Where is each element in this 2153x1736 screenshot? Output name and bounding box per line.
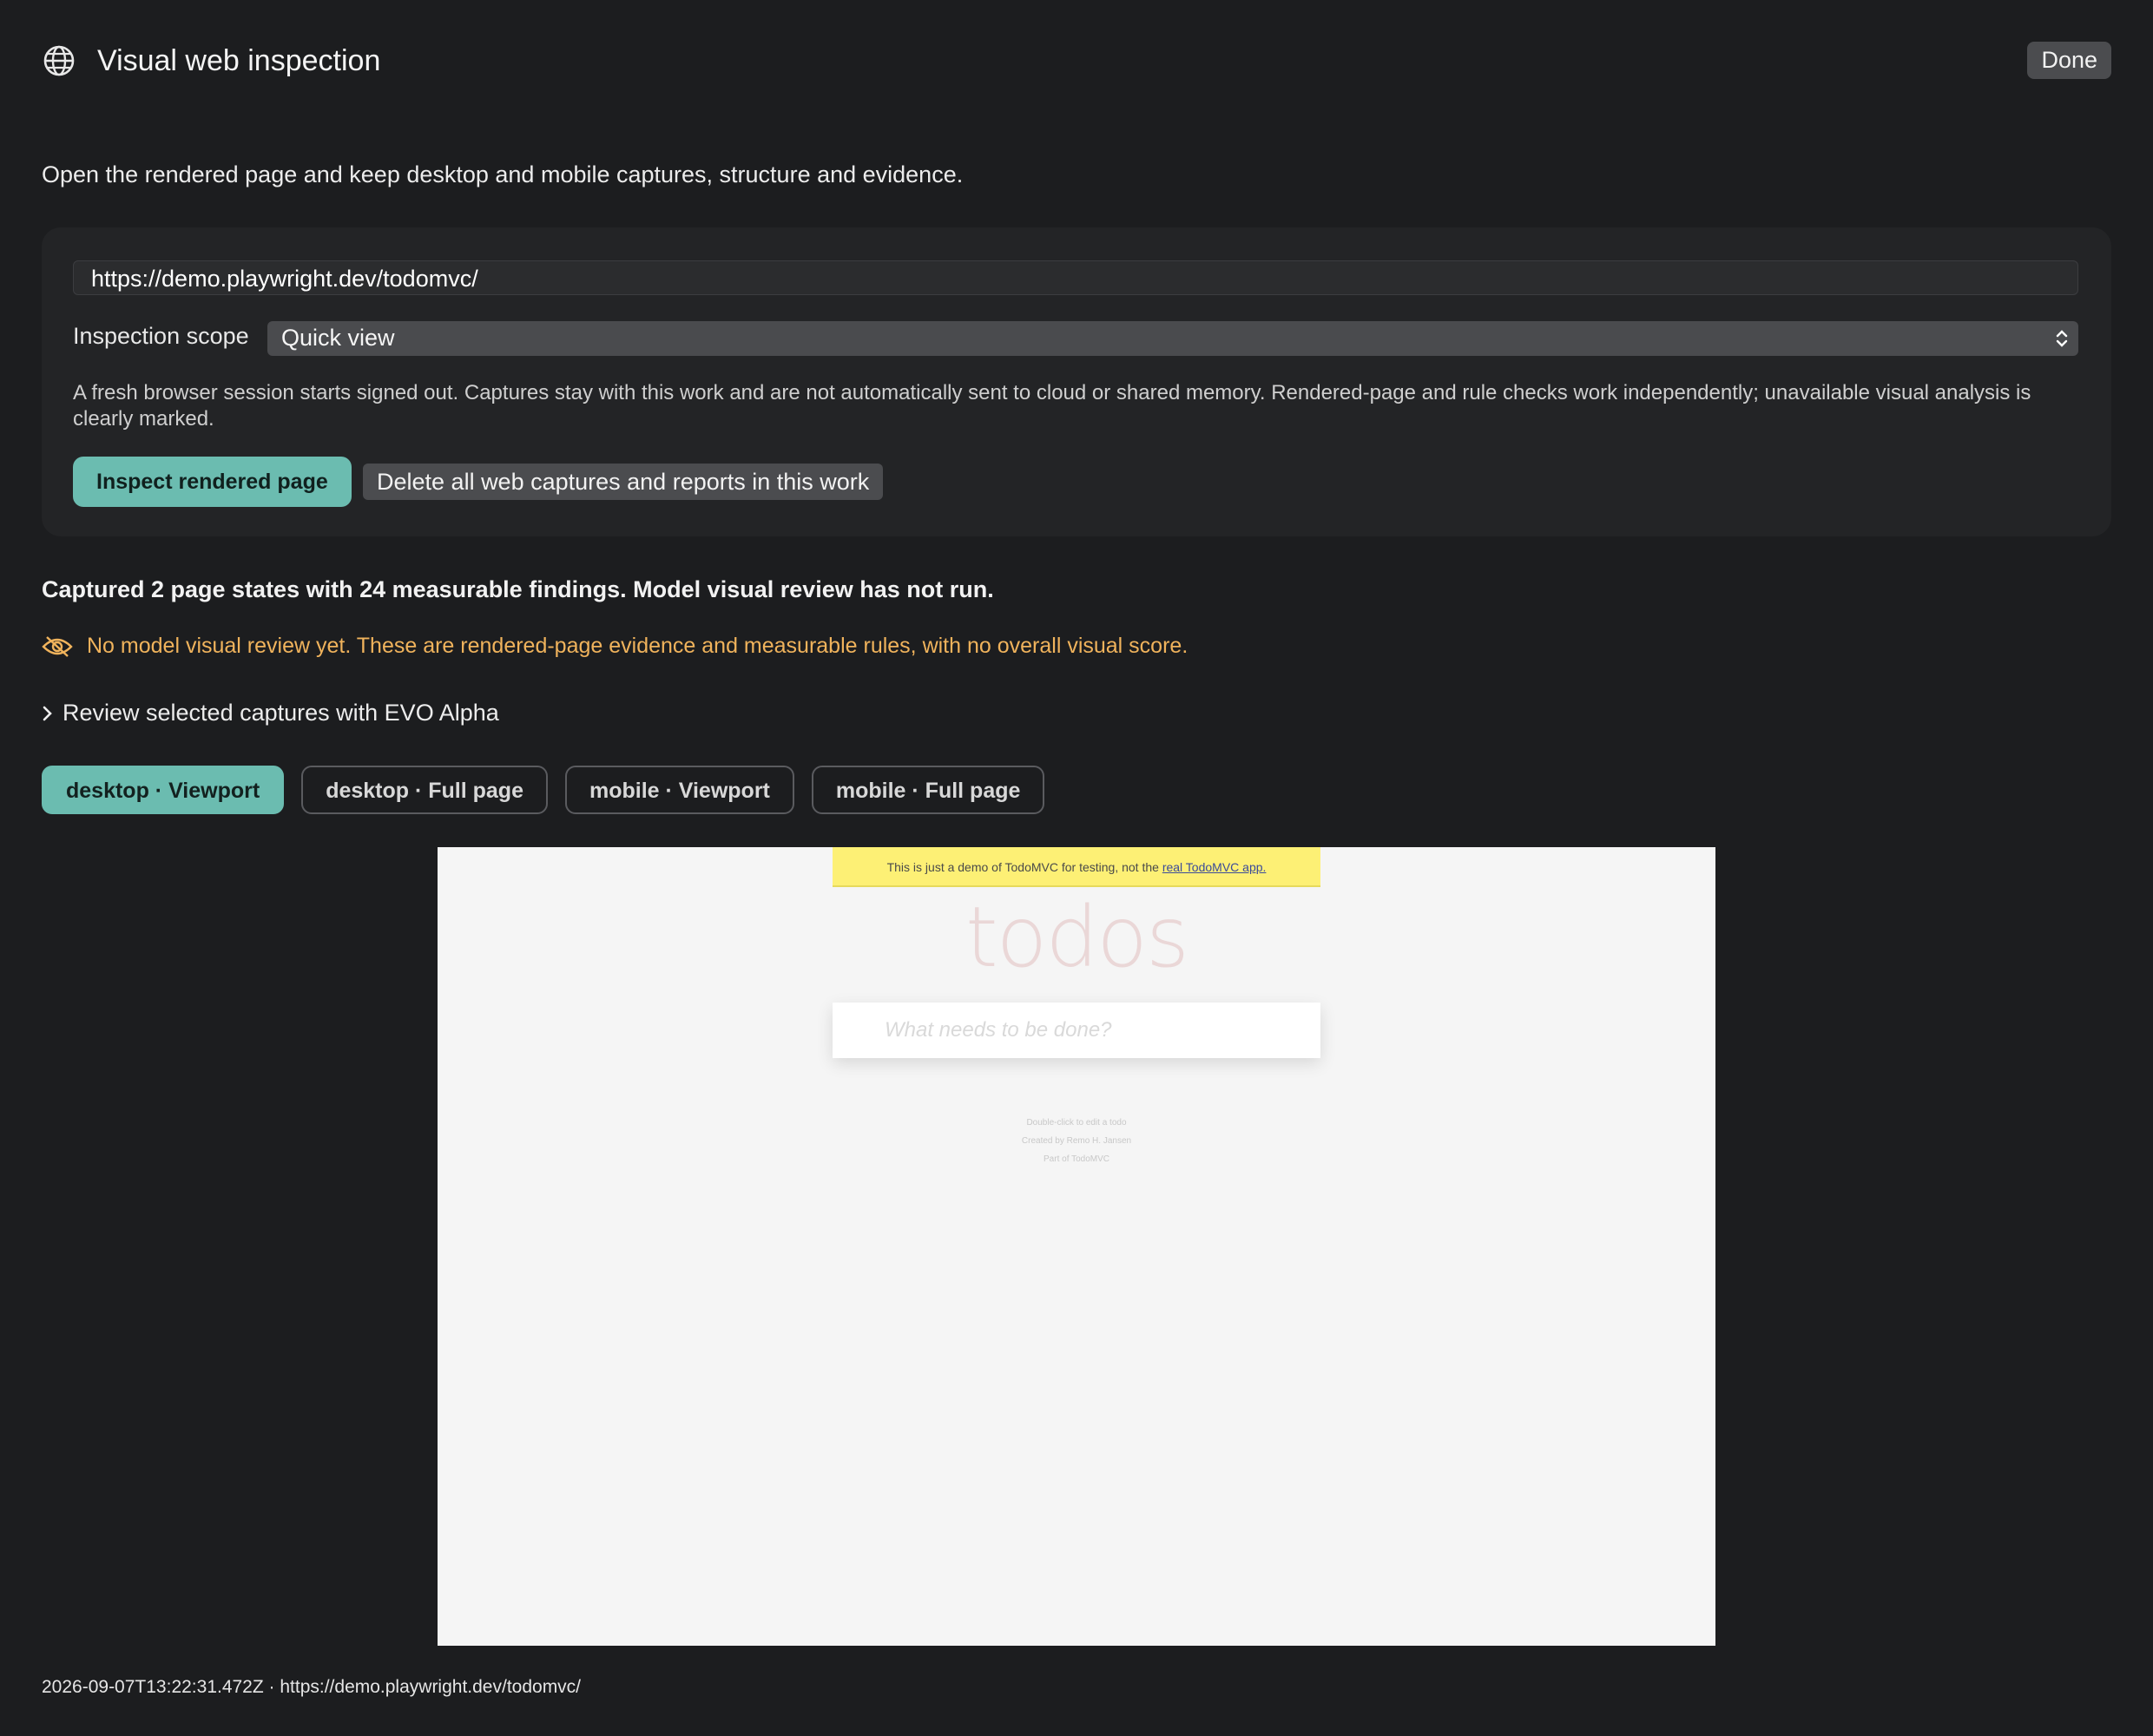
dialog-header: Visual web inspection Done <box>42 38 2111 83</box>
new-todo-input: What needs to be done? <box>833 1003 1320 1058</box>
chevron-right-icon <box>43 706 52 720</box>
intro-text: Open the rendered page and keep desktop … <box>42 161 964 187</box>
capture-tabs: desktop · Viewport desktop · Full page m… <box>42 766 1045 814</box>
page-title: Visual web inspection <box>97 43 381 77</box>
visual-review-warning: No model visual review yet. These are re… <box>42 634 1188 659</box>
preview-footer-line: Part of TodoMVC <box>1044 1154 1109 1164</box>
disclosure-label: Review selected captures with EVO Alpha <box>63 700 499 726</box>
capture-summary: Captured 2 page states with 24 measurabl… <box>42 576 994 602</box>
scope-select[interactable]: Quick view <box>267 321 2078 356</box>
demo-banner-text: This is just a demo of TodoMVC for testi… <box>886 860 1162 874</box>
preview-footer-line: Created by Remo H. Jansen <box>1021 1136 1132 1146</box>
chevron-up-down-icon <box>2056 330 2068 347</box>
warning-text: No model visual review yet. These are re… <box>87 634 1188 658</box>
globe-icon <box>43 45 75 76</box>
demo-banner-link: real TodoMVC app. <box>1162 860 1267 874</box>
tab-mobile-viewport[interactable]: mobile · Viewport <box>564 766 794 814</box>
evo-review-disclosure[interactable]: Review selected captures with EVO Alpha <box>42 700 499 727</box>
inspection-form-card: https://demo.playwright.dev/todomvc/ Ins… <box>42 227 2111 536</box>
capture-meta: 2026-09-07T13:22:31.472Z · https://demo.… <box>42 1677 582 1697</box>
url-input[interactable]: https://demo.playwright.dev/todomvc/ <box>73 260 2078 295</box>
inspect-rendered-page-button[interactable]: Inspect rendered page <box>73 457 352 507</box>
privacy-note: A fresh browser session starts signed ou… <box>73 381 2031 431</box>
todos-heading: todos <box>965 889 1189 986</box>
tab-mobile-full-page[interactable]: mobile · Full page <box>811 766 1045 814</box>
delete-captures-button[interactable]: Delete all web captures and reports in t… <box>363 464 884 500</box>
tab-desktop-viewport[interactable]: desktop · Viewport <box>42 766 285 814</box>
preview-footer-line: Double-click to edit a todo <box>1026 1118 1127 1128</box>
capture-preview: This is just a demo of TodoMVC for testi… <box>438 847 1715 1646</box>
demo-banner: This is just a demo of TodoMVC for testi… <box>833 847 1320 887</box>
scope-label: Inspection scope <box>73 323 249 349</box>
tab-desktop-full-page[interactable]: desktop · Full page <box>301 766 548 814</box>
eye-slash-icon <box>42 635 73 657</box>
done-button[interactable]: Done <box>2027 42 2111 79</box>
scope-select-value: Quick view <box>281 325 395 351</box>
